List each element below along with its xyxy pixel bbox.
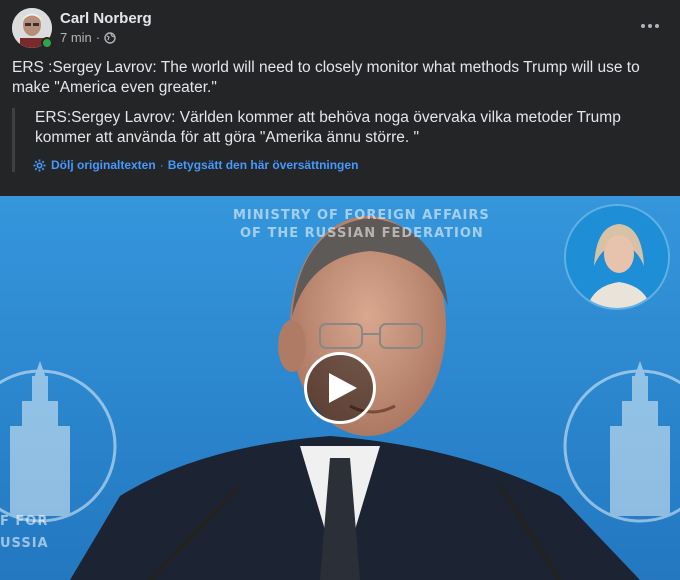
post-meta: 7 min · xyxy=(60,30,116,45)
gear-icon xyxy=(33,159,46,172)
rate-translation-link[interactable]: Betygsätt den här översättningen xyxy=(168,158,359,172)
video-player[interactable]: MINISTRY OF FOREIGN AFFAIRS OF THE RUSSI… xyxy=(0,196,680,580)
post-text: ERS :Sergey Lavrov: The world will need … xyxy=(12,59,640,96)
globe-icon xyxy=(104,31,116,44)
facebook-post: Carl Norberg 7 min · ERS :Sergey Lavrov:… xyxy=(0,0,680,580)
link-separator: · xyxy=(159,158,164,172)
backdrop-title-line1: MINISTRY OF FOREIGN AFFAIRS xyxy=(233,208,490,223)
post-header: Carl Norberg 7 min · xyxy=(12,8,668,49)
hide-original-link[interactable]: Dölj originaltexten xyxy=(51,158,156,172)
author-name[interactable]: Carl Norberg xyxy=(60,10,152,27)
play-icon xyxy=(328,373,357,403)
post-time[interactable]: 7 min xyxy=(60,30,92,45)
backdrop-left-line1: F FOR xyxy=(0,514,49,529)
translated-text: ERS:Sergey Lavrov: Världen kommer att be… xyxy=(35,109,621,146)
online-status-indicator xyxy=(41,37,53,49)
picture-in-picture-overlay xyxy=(564,204,670,310)
backdrop-left-line2: USSIA xyxy=(0,536,49,551)
backdrop-title-line2: OF THE RUSSIAN FEDERATION xyxy=(240,226,484,241)
play-button[interactable] xyxy=(304,352,376,424)
translation-links: Dölj originaltexten · Betygsätt den här … xyxy=(33,158,668,172)
avatar[interactable] xyxy=(12,8,53,49)
meta-separator: · xyxy=(95,30,101,45)
translation-block: ERS:Sergey Lavrov: Världen kommer att be… xyxy=(12,108,668,172)
more-options-icon[interactable] xyxy=(632,12,668,40)
